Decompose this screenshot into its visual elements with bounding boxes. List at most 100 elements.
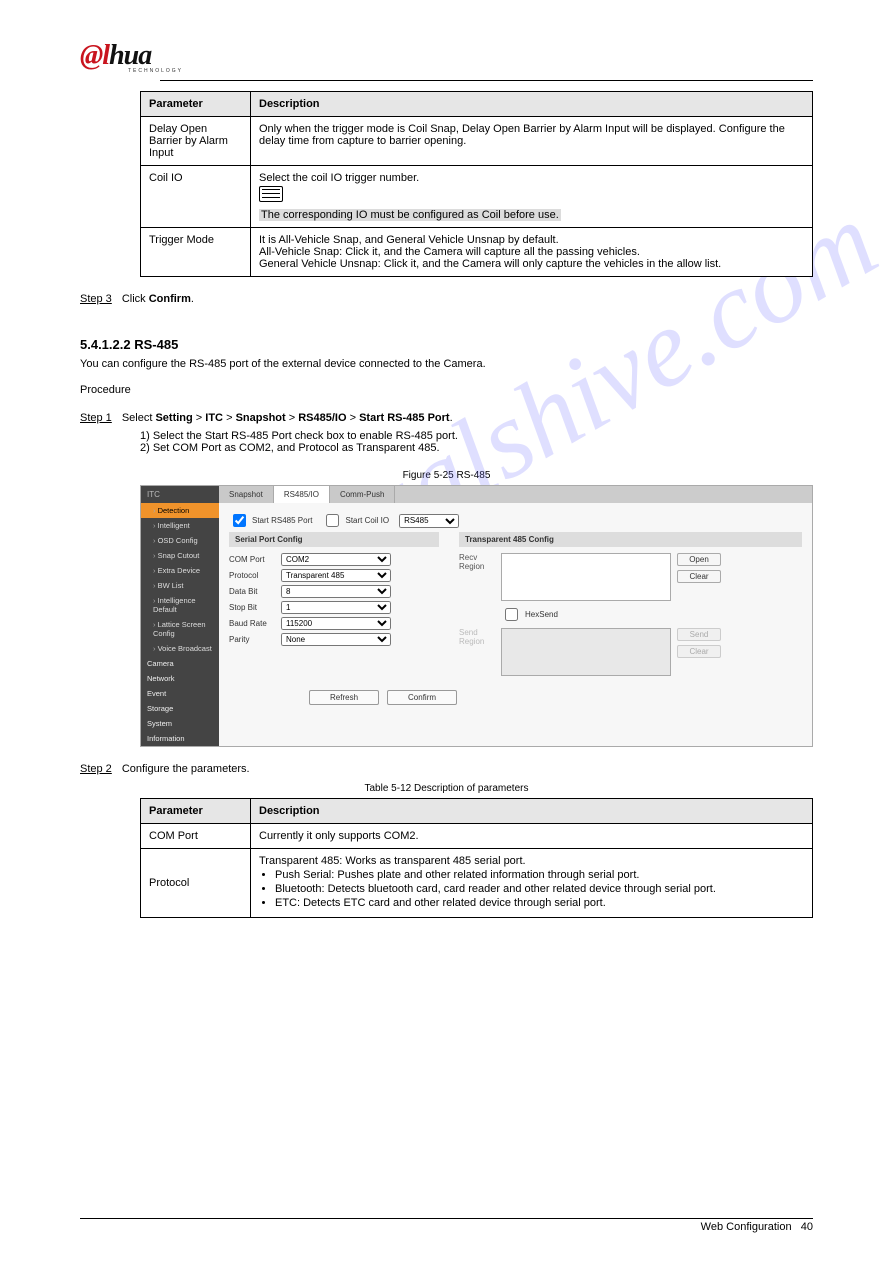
clear-send-button: Clear [677,645,721,658]
com-port-label: COM Port [229,555,275,564]
start-coil-checkbox[interactable]: Start Coil IO [322,511,389,530]
transparent-485-config: Transparent 485 Config Recv Region Open … [459,532,802,680]
note-icon [259,186,283,202]
start-coil-input[interactable] [326,514,339,527]
page-footer: Web Configuration 40 [80,1218,813,1233]
sidebar-item-storage[interactable]: Storage [141,701,219,716]
th-desc: Description [251,92,813,117]
sidebar-item-network[interactable]: Network [141,671,219,686]
sidebar-item-extra-device[interactable]: Extra Device [141,563,219,578]
th2-desc: Description [251,799,813,824]
footer-page: 40 [801,1221,813,1233]
start-rs485-checkbox[interactable]: Start RS485 Port [229,511,312,530]
footer-text: Web Configuration [701,1221,792,1233]
sidebar-item-system[interactable]: System [141,716,219,731]
header-rule [160,80,813,81]
param-trigger-mode: Trigger Mode [141,228,251,277]
serial-pane-header: Serial Port Config [229,532,439,547]
trigger-line2: All-Vehicle Snap: Click it, and the Came… [259,246,640,258]
param-delay-open: Delay Open Barrier by Alarm Input [141,117,251,166]
trigger-line1: It is All-Vehicle Snap, and General Vehi… [259,234,559,246]
logo-subtext: TECHNOLOGY [128,68,813,74]
hexsend-checkbox[interactable] [505,608,518,621]
procedure-label: Procedure [80,384,813,396]
sidebar-item-camera[interactable]: Camera [141,656,219,671]
figure-caption: Figure 5-25 RS-485 [80,470,813,481]
com-port-select[interactable]: COM2 [281,553,391,566]
start-coil-label: Start Coil IO [345,516,389,525]
desc-delay-open: Only when the trigger mode is Coil Snap,… [251,117,813,166]
sidebar-item-intelligent[interactable]: Intelligent [141,518,219,533]
desc-coil-io: Select the coil IO trigger number. The c… [251,166,813,228]
params-table: Parameter Description Delay Open Barrier… [140,91,813,277]
param-coil-io: Coil IO [141,166,251,228]
parity-select[interactable]: None [281,633,391,646]
t2-protocol-param: Protocol [141,849,251,918]
step1-sub2: 2) Set COM Port as COM2, and Protocol as… [140,442,813,454]
start-rs485-input[interactable] [233,514,246,527]
protocol-select[interactable]: Transparent 485 [281,569,391,582]
section-rs485-title: RS-485 [134,337,178,352]
sidebar-item-voice[interactable]: Voice Broadcast [141,641,219,656]
tab-rs485[interactable]: RS485/IO [274,486,330,503]
tab-comm-push[interactable]: Comm-Push [330,486,395,503]
sidebar-item-lattice[interactable]: Lattice Screen Config [141,617,219,641]
trigger-line3: General Vehicle Unsnap: Click it, and th… [259,258,721,270]
baud-label: Baud Rate [229,619,275,628]
brand-logo: @lhua TECHNOLOGY [80,40,813,74]
sidebar: ITC Detection Intelligent OSD Config Sna… [141,486,219,746]
step3-label: Step 3 [80,293,112,305]
table-row: COM Port Currently it only supports COM2… [141,824,813,849]
step1-sub1: 1) Select the Start RS-485 Port check bo… [140,430,813,442]
parity-label: Parity [229,635,275,644]
tab-snapshot[interactable]: Snapshot [219,486,274,503]
t2-comport-param: COM Port [141,824,251,849]
table-row: Coil IO Select the coil IO trigger numbe… [141,166,813,228]
sidebar-item-osd[interactable]: OSD Config [141,533,219,548]
t2-protocol-b2: Bluetooth: Detects bluetooth card, card … [275,883,804,895]
send-region-box[interactable] [501,628,671,676]
step1-label: Step 1 [80,412,112,424]
sidebar-item-detection[interactable]: Detection [141,503,219,518]
desc-coil-io-note: The corresponding IO must be configured … [259,209,561,221]
recv-region-box[interactable] [501,553,671,601]
table-row: Delay Open Barrier by Alarm Input Only w… [141,117,813,166]
section-rs485-num: 5.4.1.2.2 [80,337,131,352]
main-pane: Snapshot RS485/IO Comm-Push Start RS485 … [219,486,812,746]
t2-protocol-b3: ETC: Detects ETC card and other related … [275,897,804,909]
start-rs485-label: Start RS485 Port [252,516,312,525]
stopbit-label: Stop Bit [229,603,275,612]
sidebar-item-bwlist[interactable]: BW List [141,578,219,593]
th-param: Parameter [141,92,251,117]
databit-label: Data Bit [229,587,275,596]
send-region-label: Send Region [459,628,495,646]
table2-caption: Table 5-12 Description of parameters [80,783,813,794]
desc-coil-io-pre: Select the coil IO trigger number. [259,172,419,184]
recv-region-label: Recv Region [459,553,495,571]
rs485-screenshot: ITC Detection Intelligent OSD Config Sna… [140,485,813,747]
section-rs485-intro: You can configure the RS-485 port of the… [80,358,813,370]
io-type-select[interactable]: RS485 [399,514,459,528]
step2-label: Step 2 [80,763,112,775]
t2-comport-desc: Currently it only supports COM2. [251,824,813,849]
sidebar-item-event[interactable]: Event [141,686,219,701]
databit-select[interactable]: 8 [281,585,391,598]
send-button: Send [677,628,721,641]
t2-protocol-b1: Push Serial: Pushes plate and other rela… [275,869,804,881]
confirm-button[interactable]: Confirm [387,690,457,705]
clear-recv-button[interactable]: Clear [677,570,721,583]
t2-protocol-desc: Transparent 485: Works as transparent 48… [251,849,813,918]
th2-param: Parameter [141,799,251,824]
serial-port-config: Serial Port Config COM Port COM2 Protocol… [229,532,439,680]
baud-select[interactable]: 115200 [281,617,391,630]
table-row: Protocol Transparent 485: Works as trans… [141,849,813,918]
logo-hua: hua [109,40,151,71]
refresh-button[interactable]: Refresh [309,690,379,705]
open-button[interactable]: Open [677,553,721,566]
sidebar-item-snap-cutout[interactable]: Snap Cutout [141,548,219,563]
stopbit-select[interactable]: 1 [281,601,391,614]
sidebar-item-information[interactable]: Information [141,731,219,746]
t2-protocol-intro: Transparent 485: Works as transparent 48… [259,855,526,867]
protocol-label: Protocol [229,571,275,580]
sidebar-item-intel-default[interactable]: Intelligence Default [141,593,219,617]
